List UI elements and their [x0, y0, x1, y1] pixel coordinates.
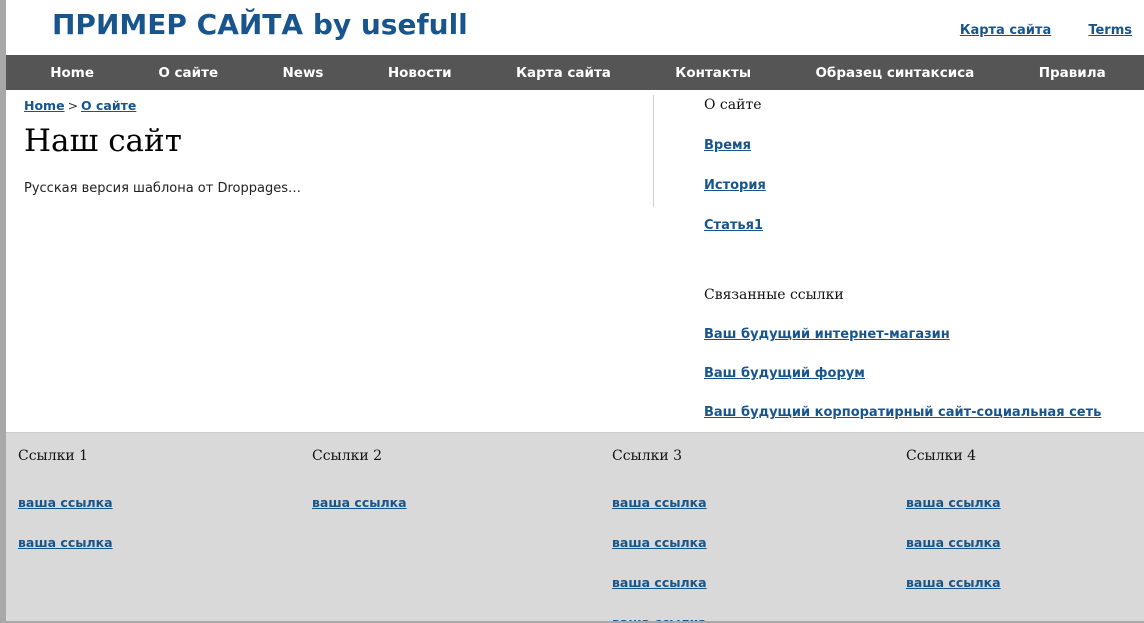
header-link-terms[interactable]: Terms: [1088, 23, 1132, 38]
list-item: Время: [704, 134, 1134, 153]
footer-list-2: ваша ссылка: [312, 492, 407, 511]
page-root: ПРИМЕР САЙТА by usefull Карта сайта Term…: [0, 0, 1144, 623]
breadcrumb-link-home[interactable]: Home: [24, 98, 65, 113]
footer-link-4-2[interactable]: ваша ссылка: [906, 535, 1001, 550]
list-item: ваша ссылка: [18, 492, 113, 511]
nav-item-news-ru[interactable]: Новости: [388, 65, 452, 81]
list-item: Статья1: [704, 214, 1134, 233]
nav-item-syntax-sample[interactable]: Образец синтаксиса: [815, 65, 974, 81]
nav-item-sitemap[interactable]: Карта сайта: [516, 65, 611, 81]
footer-link-3-2[interactable]: ваша ссылка: [612, 535, 707, 550]
sidebar-link-statya1[interactable]: Статья1: [704, 218, 763, 233]
footer-link-4-3[interactable]: ваша ссылка: [906, 575, 1001, 590]
nav-item-news-en[interactable]: News: [283, 65, 324, 81]
sidebar-link-vremya[interactable]: Время: [704, 138, 751, 153]
column-divider: [653, 95, 654, 207]
list-item: ваша ссылка: [612, 572, 707, 591]
list-item: ваша ссылка: [612, 532, 707, 551]
footer-link-4-1[interactable]: ваша ссылка: [906, 495, 1001, 510]
list-item: ваша ссылка: [906, 572, 1001, 591]
sidebar: О сайте Время История Статья1 Связанные …: [704, 90, 1134, 420]
footer-link-2-1[interactable]: ваша ссылка: [312, 495, 407, 510]
list-item: ваша ссылка: [312, 492, 407, 511]
footer-list-3: ваша ссылка ваша ссылка ваша ссылка ваша…: [612, 492, 707, 621]
nav-item-contacts[interactable]: Контакты: [675, 65, 751, 81]
main-content: Home > О сайте Наш сайт Русская версия шаб…: [24, 90, 644, 209]
sidebar-heading-about: О сайте: [704, 97, 762, 113]
nav-item-rules[interactable]: Правила: [1039, 65, 1106, 81]
footer-column-1: Ссылки 1 ваша ссылка ваша ссылка: [18, 433, 113, 551]
page-title: Наш сайт: [24, 123, 182, 159]
sidebar-block-related-links: Связанные ссылки Ваш будущий интернет-ма…: [704, 280, 1134, 420]
sidebar-list-related-links: Ваш будущий интернет-магазин Ваш будущий…: [704, 323, 1134, 420]
footer-heading-3: Ссылки 3: [612, 448, 683, 464]
nav-item-about[interactable]: О сайте: [158, 65, 218, 81]
list-item: ваша ссылка: [906, 532, 1001, 551]
list-item: Ваш будущий интернет-магазин: [704, 323, 1134, 342]
footer-link-1-1[interactable]: ваша ссылка: [18, 495, 113, 510]
sidebar-link-corporate-social[interactable]: Ваш будущий корпоратирный сайт-социальна…: [704, 405, 1101, 420]
list-item: ваша ссылка: [612, 492, 707, 511]
list-item: ваша ссылка: [612, 612, 707, 621]
footer-column-2: Ссылки 2 ваша ссылка: [312, 433, 407, 511]
content-intro-text: Русская версия шаблона от Droppages…: [24, 180, 301, 196]
sidebar-block-about: О сайте Время История Статья1: [704, 90, 1134, 233]
breadcrumb-link-current[interactable]: О сайте: [81, 98, 136, 113]
header-link-sitemap[interactable]: Карта сайта: [960, 23, 1051, 38]
main-navigation: Home О сайте News Новости Карта сайта Ко…: [6, 55, 1144, 90]
header-links: Карта сайта Terms: [928, 19, 1132, 38]
breadcrumb: Home > О сайте: [24, 90, 644, 113]
footer-heading-2: Ссылки 2: [312, 448, 383, 464]
footer-link-3-4[interactable]: ваша ссылка: [612, 615, 707, 621]
footer-link-3-3[interactable]: ваша ссылка: [612, 575, 707, 590]
footer-heading-1: Ссылки 1: [18, 448, 89, 464]
footer-link-3-1[interactable]: ваша ссылка: [612, 495, 707, 510]
list-item: ваша ссылка: [906, 492, 1001, 511]
site-header: ПРИМЕР САЙТА by usefull Карта сайта Term…: [6, 0, 1144, 55]
list-item: История: [704, 174, 1134, 193]
sidebar-heading-related-links: Связанные ссылки: [704, 287, 844, 303]
list-item: ваша ссылка: [18, 532, 113, 551]
footer-list-4: ваша ссылка ваша ссылка ваша ссылка: [906, 492, 1001, 591]
footer-column-3: Ссылки 3 ваша ссылка ваша ссылка ваша сс…: [612, 433, 707, 621]
sidebar-link-istoriya[interactable]: История: [704, 178, 766, 193]
footer-list-1: ваша ссылка ваша ссылка: [18, 492, 113, 551]
sidebar-link-shop[interactable]: Ваш будущий интернет-магазин: [704, 327, 950, 342]
list-item: Ваш будущий корпоратирный сайт-социальна…: [704, 401, 1134, 420]
sidebar-list-about: Время История Статья1: [704, 134, 1134, 233]
site-footer: Ссылки 1 ваша ссылка ваша ссылка Ссылки …: [6, 432, 1144, 621]
footer-heading-4: Ссылки 4: [906, 448, 977, 464]
breadcrumb-separator: >: [67, 98, 79, 113]
site-title: ПРИМЕР САЙТА by usefull: [52, 8, 468, 41]
nav-item-home[interactable]: Home: [50, 65, 94, 81]
footer-link-1-2[interactable]: ваша ссылка: [18, 535, 113, 550]
footer-column-4: Ссылки 4 ваша ссылка ваша ссылка ваша сс…: [906, 433, 1001, 591]
sidebar-link-forum[interactable]: Ваш будущий форум: [704, 366, 865, 381]
body-area: Home > О сайте Наш сайт Русская версия шаб…: [6, 90, 1144, 432]
list-item: Ваш будущий форум: [704, 362, 1134, 381]
